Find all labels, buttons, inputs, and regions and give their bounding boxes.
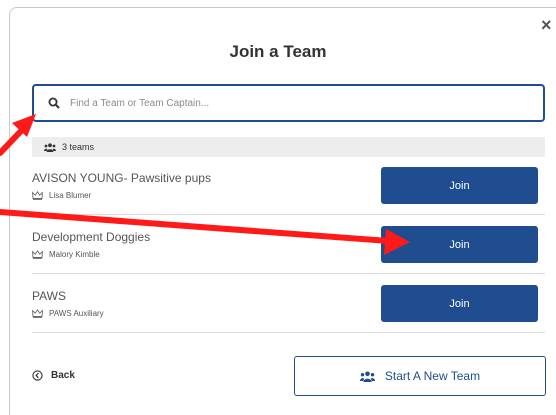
search-box[interactable] xyxy=(32,84,545,122)
crown-icon xyxy=(32,191,43,200)
search-input[interactable] xyxy=(70,91,510,115)
team-count-label: 3 teams xyxy=(62,142,95,152)
crown-icon xyxy=(32,250,43,259)
join-button[interactable]: Join xyxy=(381,167,538,204)
crown-icon xyxy=(32,309,43,318)
team-name: Development Doggies xyxy=(32,230,151,244)
team-name: AVISON YOUNG- Pawsitive pups xyxy=(32,171,211,185)
back-label: Back xyxy=(51,370,75,381)
team-row: AVISON YOUNG- Pawsitive pups Lisa Blumer… xyxy=(32,157,545,215)
start-new-team-button[interactable]: Start A New Team xyxy=(294,356,546,396)
captain-name: PAWS Auxiliary xyxy=(49,309,104,318)
team-name: PAWS xyxy=(32,289,67,303)
captain-name: Lisa Blumer xyxy=(49,191,92,200)
captain-name: Malory Kimble xyxy=(49,250,100,259)
close-icon[interactable]: × xyxy=(541,15,555,35)
team-captain: Lisa Blumer xyxy=(32,191,91,200)
users-icon xyxy=(44,142,56,152)
team-row: Development Doggies Malory Kimble Join xyxy=(32,216,545,274)
screen: × Join a Team 3 teams AVISON YOUNG- Paws… xyxy=(0,0,556,415)
modal-title: Join a Team xyxy=(229,42,327,61)
start-new-team-label: Start A New Team xyxy=(384,369,481,383)
users-icon xyxy=(359,371,375,382)
join-button[interactable]: Join xyxy=(381,226,538,263)
join-button[interactable]: Join xyxy=(381,285,538,322)
team-row: PAWS PAWS Auxiliary Join xyxy=(32,275,545,333)
back-button[interactable]: Back xyxy=(32,370,75,381)
team-captain: Malory Kimble xyxy=(32,250,100,259)
search-icon xyxy=(46,95,62,111)
team-captain: PAWS Auxiliary xyxy=(32,309,104,318)
back-circle-icon xyxy=(32,370,43,381)
team-count-bar: 3 teams xyxy=(32,137,545,157)
